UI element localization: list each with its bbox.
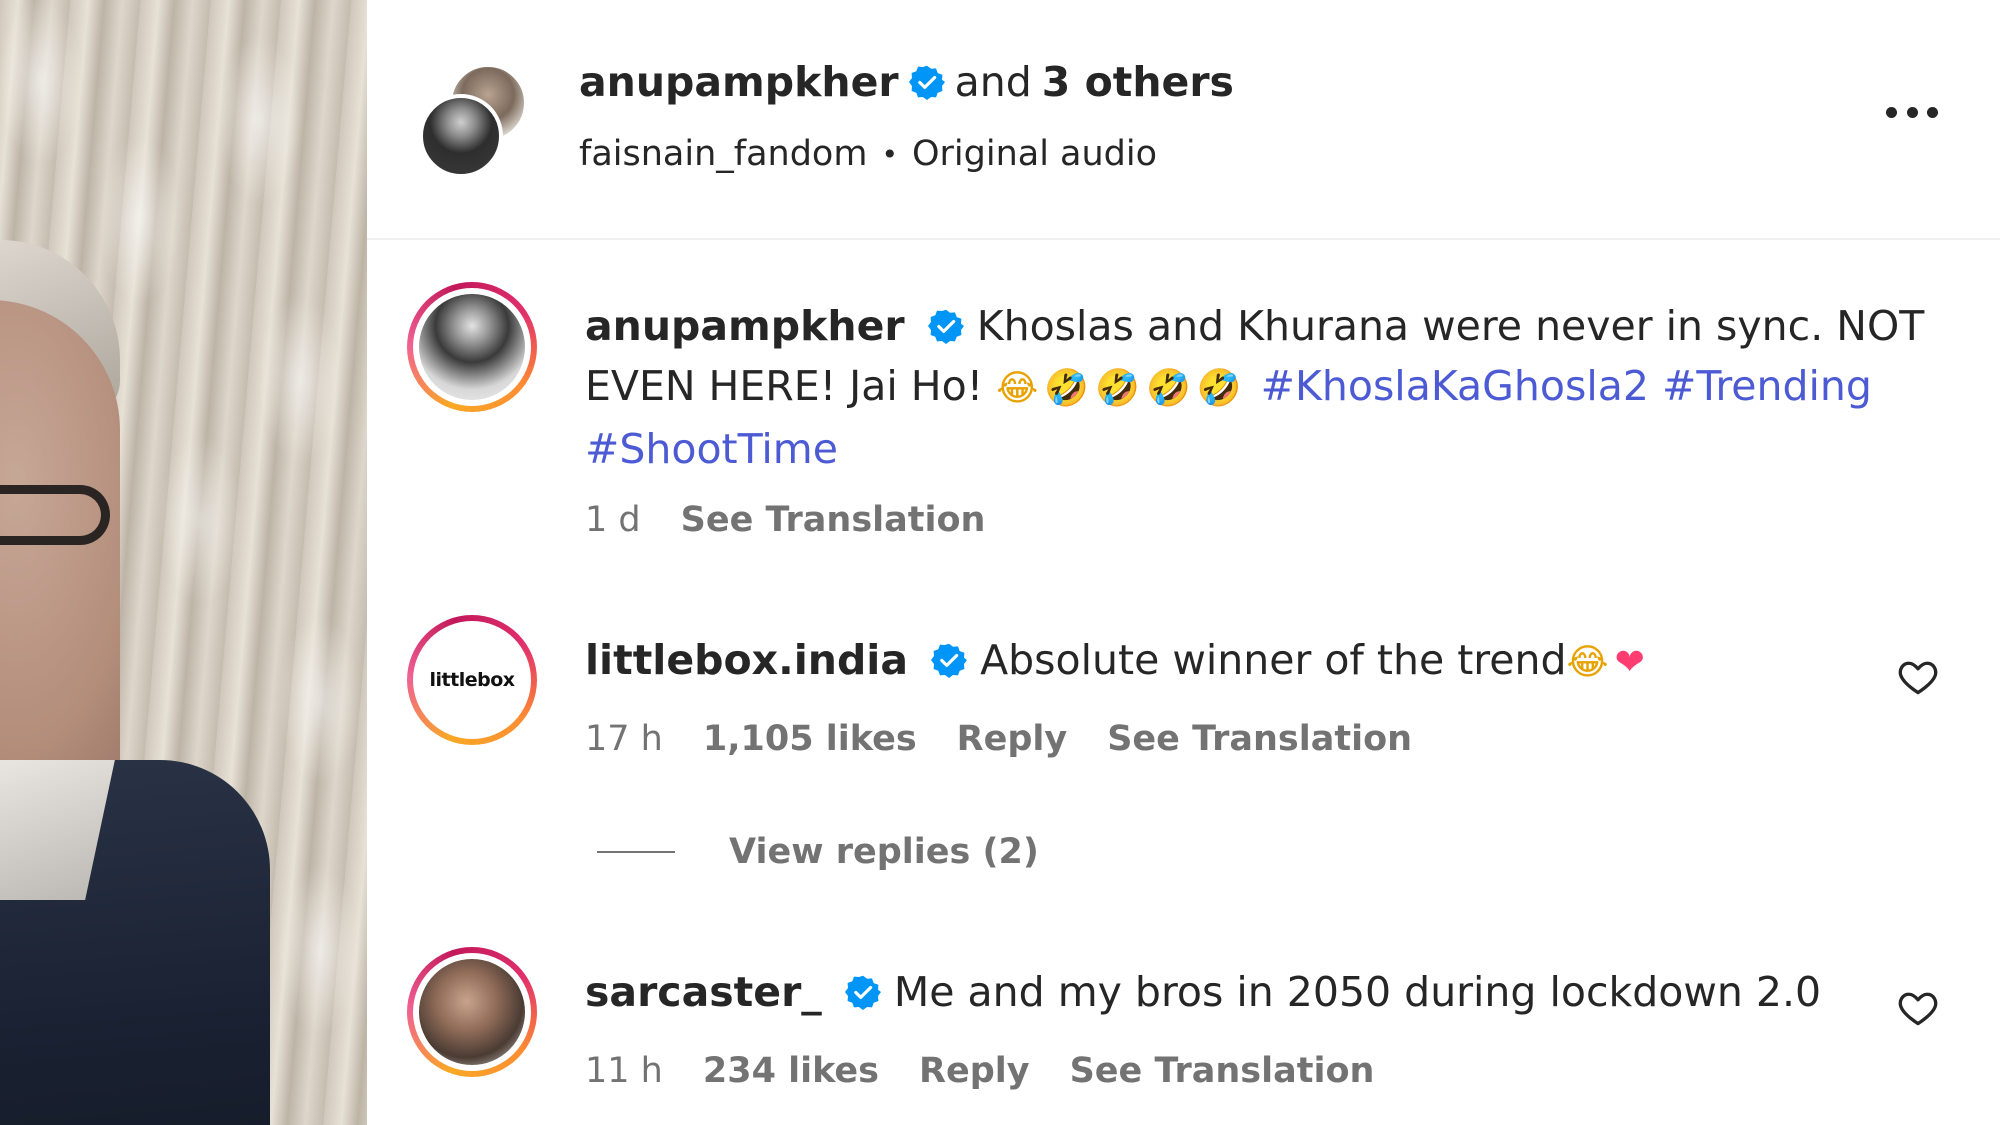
avatar <box>419 294 525 400</box>
laughing-emoji-icon: 😂 <box>1566 642 1609 683</box>
comment-time[interactable]: 11 h <box>585 1051 663 1091</box>
comment-username[interactable]: anupampkher <box>585 302 905 350</box>
rofl-emoji-icon: 🤣 <box>1145 368 1191 409</box>
header-audio: faisnain_fandom • Original audio <box>579 134 1157 174</box>
replies-divider-line <box>597 851 675 853</box>
separator-dot: • <box>881 137 898 171</box>
rofl-emoji-icon: 🤣 <box>1196 368 1242 409</box>
comment-text: Me and my bros in 2050 during lockdown 2… <box>893 968 1822 1016</box>
heart-emoji-icon: ❤ <box>1614 642 1645 683</box>
view-replies-button[interactable]: View replies (2) <box>597 832 1039 872</box>
more-dot <box>1927 106 1938 118</box>
avatar: littlebox <box>419 627 525 733</box>
reply-button[interactable]: Reply <box>919 1051 1030 1091</box>
video-person-face <box>0 300 120 820</box>
header-username[interactable]: anupampkher <box>579 58 899 106</box>
verified-badge-icon <box>908 64 945 100</box>
comment-username[interactable]: littlebox.india <box>585 636 908 684</box>
more-options-icon[interactable] <box>1886 104 1938 120</box>
more-dot <box>1886 106 1897 118</box>
see-translation-button[interactable]: See Translation <box>1070 1051 1375 1091</box>
comment-body: littlebox.india Absolute winner of the t… <box>585 630 1925 693</box>
collab-avatars[interactable] <box>419 64 531 180</box>
hashtag-link[interactable]: #Trending <box>1662 362 1872 410</box>
avatar-frame <box>413 288 531 406</box>
comment-text: Absolute winner of the trend <box>980 636 1567 684</box>
header-authors: anupampkher and 3 others <box>579 58 1234 106</box>
like-heart-icon[interactable] <box>1896 986 1940 1030</box>
post-header: anupampkher and 3 others faisnain_fandom… <box>367 0 2000 240</box>
comment-body: sarcaster_ Me and my bros in 2050 during… <box>585 962 1925 1022</box>
avatar-frame <box>413 953 531 1071</box>
comment-time[interactable]: 17 h <box>585 719 663 759</box>
verified-badge-icon <box>927 308 964 344</box>
hashtag-link[interactable]: #ShootTime <box>585 425 838 473</box>
caption-text: anupampkher Khoslas and Khurana were nev… <box>585 296 1925 479</box>
original-audio-link[interactable]: Original audio <box>912 134 1157 174</box>
comment-meta: 11 h 234 likes Reply See Translation <box>585 1051 1414 1091</box>
rofl-emoji-icon: 🤣 <box>1095 368 1140 409</box>
verified-badge-icon <box>931 642 968 678</box>
comment-meta: 17 h 1,105 likes Reply See Translation <box>585 719 1452 759</box>
more-dot <box>1906 106 1918 118</box>
avatar-frame: littlebox <box>413 621 531 739</box>
likes-count[interactable]: 1,105 likes <box>703 719 917 759</box>
avatar-story-ring[interactable]: littlebox <box>407 615 537 745</box>
likes-count[interactable]: 234 likes <box>703 1051 879 1091</box>
comment-username[interactable]: sarcaster_ <box>585 968 822 1016</box>
verified-badge-icon <box>844 974 881 1010</box>
laughing-emoji-icon: 😂 <box>996 368 1039 409</box>
avatar-story-ring[interactable] <box>407 947 537 1077</box>
view-replies-label: View replies (2) <box>729 832 1039 872</box>
reply-button[interactable]: Reply <box>957 719 1068 759</box>
comment-meta: 1 d See Translation <box>585 500 1025 540</box>
comment-time[interactable]: 1 d <box>585 500 641 540</box>
header-others-link[interactable]: 3 others <box>1042 58 1234 106</box>
avatar <box>419 959 525 1065</box>
avatar-story-ring[interactable] <box>407 282 537 412</box>
see-translation-button[interactable]: See Translation <box>681 500 986 540</box>
like-heart-icon[interactable] <box>1896 655 1940 699</box>
reel-video-frame[interactable] <box>0 0 367 1125</box>
collab-avatar-front[interactable] <box>419 94 503 178</box>
see-translation-button[interactable]: See Translation <box>1107 719 1412 759</box>
rofl-emoji-icon: 🤣 <box>1044 368 1090 409</box>
hashtag-link[interactable]: #KhoslaKaGhosla2 <box>1261 362 1649 410</box>
audio-author-link[interactable]: faisnain_fandom <box>579 134 867 174</box>
header-and-text: and <box>954 58 1032 106</box>
video-person-glasses <box>0 485 110 545</box>
